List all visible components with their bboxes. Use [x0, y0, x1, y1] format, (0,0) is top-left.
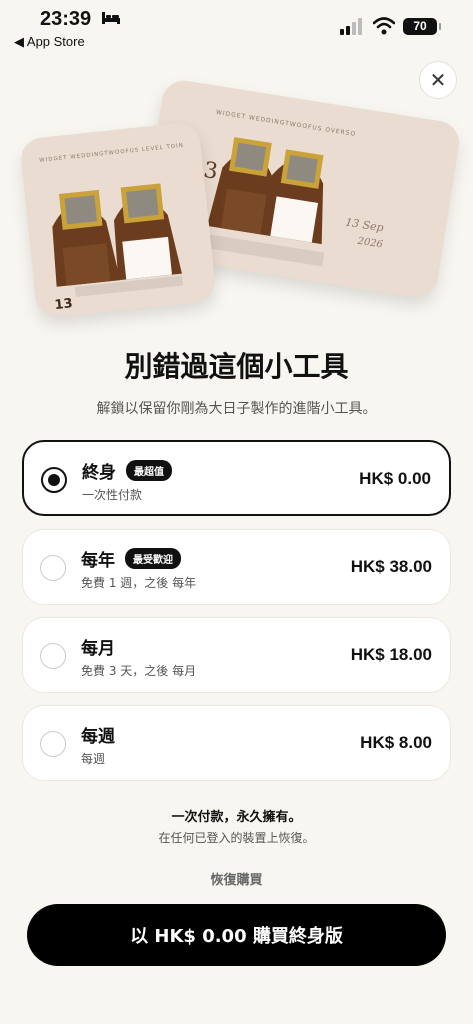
card-back-caption: WIDGET WEDDINGTWOOFUS OVERSO — [215, 109, 356, 138]
plan-price: HK$ 0.00 — [359, 469, 431, 488]
plan-option-lifetime[interactable]: 終身 最超值 一次性付款 HK$ 0.00 — [22, 440, 451, 516]
plan-name: 每週 — [81, 727, 115, 747]
wifi-icon — [373, 17, 395, 35]
radio-button[interactable] — [40, 731, 66, 757]
back-to-app-store-link[interactable]: ◀ App Store — [14, 34, 85, 50]
plan-option-yearly[interactable]: 每年 最受歡迎 免費 1 週，之後 每年 HK$ 38.00 — [22, 529, 451, 605]
card-back-date: 13 Sep — [344, 216, 384, 235]
widget-preview-hero: WIDGET WEDDINGTWOOFUS OVERSO 3 13 Sep 20… — [0, 77, 473, 320]
plan-option-weekly[interactable]: 每週 每週 HK$ 8.00 — [22, 705, 451, 781]
plan-description: 免費 1 週，之後 每年 — [81, 576, 197, 590]
signal-icon — [340, 18, 362, 35]
widget-preview-card-small: WIDGET WEDDINGTWOOFUS LEVEL TOIN 13 — [19, 121, 217, 319]
bed-icon — [102, 12, 120, 24]
card-front-number: 13 — [54, 296, 74, 313]
plan-price: HK$ 38.00 — [350, 557, 432, 576]
plan-name: 每月 — [81, 639, 115, 659]
card-front-caption: WIDGET WEDDINGTWOOFUS LEVEL TOIN — [39, 143, 184, 164]
radio-button[interactable] — [41, 467, 67, 493]
page-subtitle: 解鎖以保留你剛為大日子製作的進階小工具。 — [96, 401, 377, 417]
purchase-button[interactable]: 以 HK$ 0.00 購買終身版 — [27, 904, 446, 966]
radio-button[interactable] — [40, 555, 66, 581]
radio-button[interactable] — [40, 643, 66, 669]
plan-price: HK$ 8.00 — [360, 733, 432, 752]
plan-badge: 最超值 — [126, 460, 172, 481]
page-title: 別錯過這個小工具 — [124, 350, 349, 383]
plan-description: 每週 — [81, 752, 106, 766]
plan-description: 一次性付款 — [82, 488, 143, 502]
one-time-payment-note: 一次付款，永久擁有。 — [171, 810, 302, 825]
card-back-year: 2026 — [356, 236, 384, 251]
plan-badge: 最受歡迎 — [125, 548, 181, 569]
plan-price: HK$ 18.00 — [350, 645, 432, 664]
status-bar: 23:39 ◀ App Store 70 — [0, 0, 473, 52]
restore-devices-note: 在任何已登入的裝置上恢復。 — [158, 831, 315, 845]
plan-name: 每年 — [81, 551, 115, 571]
battery-indicator: 70 — [403, 18, 441, 35]
widget-illustration-small: WIDGET WEDDINGTWOOFUS LEVEL TOIN 13 — [39, 143, 184, 313]
plan-name: 終身 — [82, 463, 116, 483]
plan-option-monthly[interactable]: 每月 免費 3 天，之後 每月 HK$ 18.00 — [22, 617, 451, 693]
status-time: 23:39 — [40, 8, 92, 30]
restore-purchase-link[interactable]: 恢復購買 — [0, 869, 473, 888]
plan-description: 免費 3 天，之後 每月 — [81, 664, 197, 678]
